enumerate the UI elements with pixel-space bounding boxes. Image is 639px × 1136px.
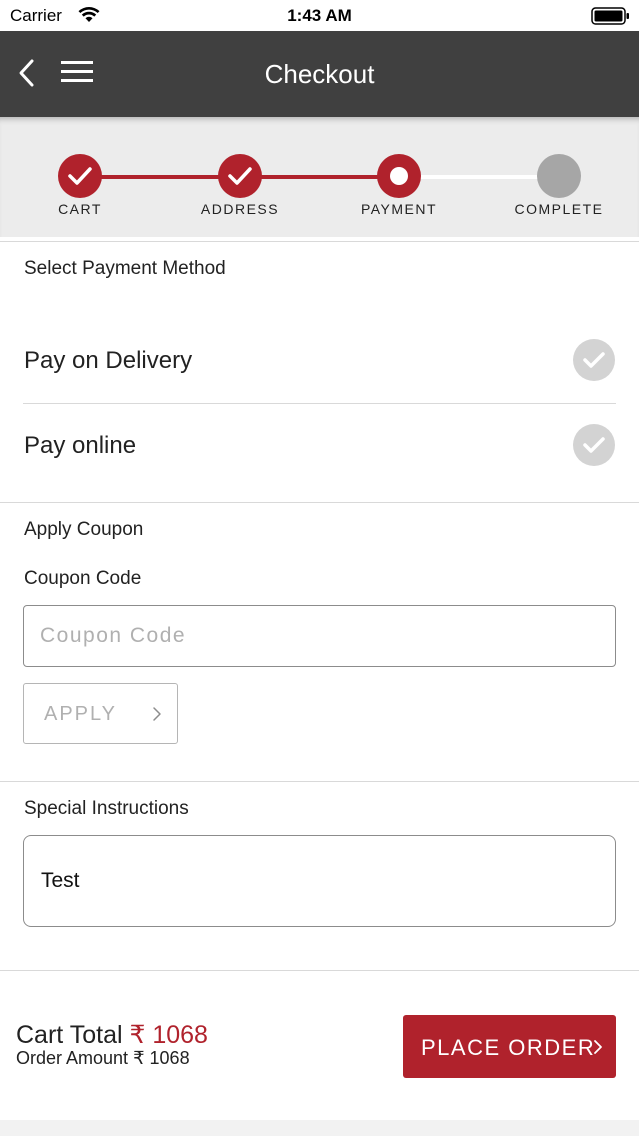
cart-total: Cart Total ₹ 1068 — [16, 1020, 208, 1050]
page-title: Checkout — [264, 59, 375, 89]
divider — [0, 781, 639, 782]
navigation-bar: Checkout — [0, 31, 639, 117]
step-label-complete: COMPLETE — [514, 201, 604, 217]
step-cart-check-icon — [58, 154, 102, 198]
bottom-safe-area — [0, 1120, 639, 1136]
status-bar: Carrier 1:43 AM — [0, 0, 639, 31]
special-instructions-title: Special Instructions — [24, 798, 189, 819]
payment-option-label: Pay on Delivery — [24, 347, 193, 374]
order-amount-label: Order Amount — [16, 1048, 129, 1068]
payment-method-title: Select Payment Method — [24, 258, 226, 279]
chevron-right-icon — [153, 707, 161, 721]
step-label-address: ADDRESS — [200, 201, 280, 217]
coupon-code-label: Coupon Code — [24, 568, 142, 589]
divider — [0, 502, 639, 503]
checkout-stepper: CART ADDRESS PAYMENT COMPLETE — [0, 117, 639, 237]
divider — [23, 403, 616, 404]
apply-button-label: APPLY — [44, 703, 117, 725]
coupon-code-input[interactable] — [23, 605, 616, 667]
divider — [0, 970, 639, 971]
place-order-button[interactable]: PLACE ORDER — [403, 1015, 616, 1078]
step-label-payment: PAYMENT — [360, 201, 438, 217]
cart-total-label: Cart Total — [16, 1021, 123, 1049]
step-label-cart: CART — [58, 201, 102, 217]
step-payment-current-icon — [377, 154, 421, 198]
order-amount-value: ₹ 1068 — [133, 1048, 190, 1068]
step-connector — [399, 175, 559, 179]
place-order-label: PLACE ORDER — [421, 1035, 596, 1060]
special-instructions-field[interactable]: Test — [23, 835, 616, 927]
checkout-footer: Cart Total ₹ 1068 Order Amount ₹ 1068 PL… — [0, 972, 639, 1122]
step-complete-pending-icon — [537, 154, 581, 198]
checkmark-circle-icon[interactable] — [573, 424, 615, 466]
clock: 1:43 AM — [287, 6, 352, 25]
battery-icon — [591, 7, 629, 25]
cart-total-value: ₹ 1068 — [129, 1021, 208, 1049]
step-address-check-icon — [218, 154, 262, 198]
special-instructions-value: Test — [41, 869, 80, 892]
step-connector — [240, 175, 399, 179]
divider — [0, 241, 639, 242]
payment-option-label: Pay online — [24, 432, 137, 459]
chevron-right-icon — [594, 1040, 602, 1054]
apply-coupon-title: Apply Coupon — [24, 519, 144, 540]
order-amount: Order Amount ₹ 1068 — [16, 1048, 190, 1069]
step-connector — [80, 175, 240, 179]
checkmark-circle-icon[interactable] — [573, 339, 615, 381]
apply-coupon-button[interactable]: APPLY — [23, 683, 178, 744]
